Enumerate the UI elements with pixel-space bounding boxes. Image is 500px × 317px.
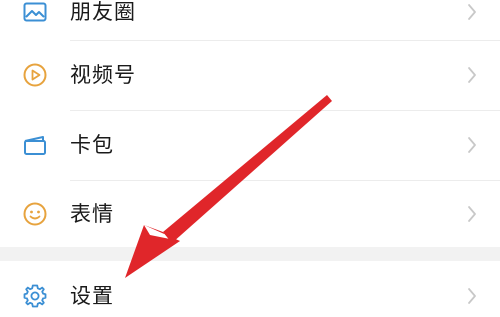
menu-item-stickers[interactable]: 表情 (0, 181, 500, 247)
channels-icon (22, 62, 48, 88)
gear-icon (22, 283, 48, 309)
menu-item-label: 设置 (70, 284, 114, 308)
chevron-right-icon (466, 136, 478, 154)
menu-item-label: 卡包 (70, 133, 114, 157)
menu-item-settings[interactable]: 设置 (0, 261, 500, 317)
chevron-right-icon (466, 3, 478, 21)
menu-item-channels[interactable]: 视频号 (0, 41, 500, 110)
menu-item-label: 朋友圈 (70, 0, 136, 24)
chevron-right-icon (466, 287, 478, 305)
me-page-menu: 朋友圈 视频号 卡包 表情 设置 (0, 0, 500, 317)
menu-item-label: 视频号 (70, 63, 136, 87)
menu-item-card-wallet[interactable]: 卡包 (0, 111, 500, 180)
menu-item-moments[interactable]: 朋友圈 (0, 0, 500, 42)
stickers-icon (22, 201, 48, 227)
menu-item-label: 表情 (70, 202, 114, 226)
moments-icon (22, 0, 48, 25)
chevron-right-icon (466, 66, 478, 84)
section-separator (0, 247, 500, 261)
card-wallet-icon (22, 132, 48, 158)
chevron-right-icon (466, 205, 478, 223)
